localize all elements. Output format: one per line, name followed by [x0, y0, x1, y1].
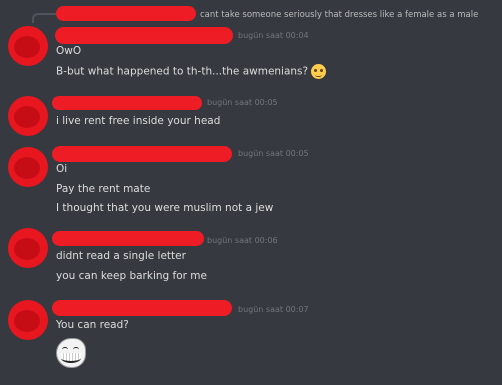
redacted-username — [55, 27, 233, 44]
user-avatar[interactable] — [8, 228, 48, 268]
message-line: i live rent free inside your head — [56, 115, 221, 127]
message-timestamp[interactable]: bugün saat 00:07 — [238, 305, 309, 314]
message-line: I thought that you were muslim not a jew — [56, 202, 274, 214]
message-line: Pay the rent mate — [56, 183, 151, 195]
message-timestamp[interactable]: bugün saat 00:04 — [238, 31, 309, 40]
redacted-username — [52, 96, 202, 110]
message-line: Oi — [56, 163, 68, 175]
redacted-username — [52, 146, 232, 162]
trollface-emoji[interactable] — [56, 338, 86, 368]
reply-preview-text[interactable]: cant take someone seriously that dresses… — [200, 10, 478, 20]
message-line: You can read? — [56, 319, 129, 331]
redacted-reply-author — [56, 6, 196, 21]
redacted-username — [52, 231, 204, 246]
message-line: you can keep barking for me — [56, 270, 207, 282]
redacted-username — [52, 300, 232, 316]
message-line: didnt read a single letter — [56, 250, 186, 262]
message-timestamp[interactable]: bugün saat 00:06 — [207, 236, 278, 245]
user-avatar[interactable] — [8, 96, 48, 136]
message-line: OwO — [56, 45, 82, 57]
rolling-eyes-emoji[interactable] — [311, 64, 327, 79]
message-text: B-but what happened to th-th...the awmen… — [56, 65, 309, 78]
user-avatar[interactable] — [8, 147, 48, 187]
user-avatar[interactable] — [8, 26, 48, 66]
message-line-with-emoji: B-but what happened to th-th...the awmen… — [56, 64, 327, 79]
message-timestamp[interactable]: bugün saat 00:05 — [207, 98, 278, 107]
message-timestamp[interactable]: bugün saat 00:05 — [238, 149, 309, 158]
user-avatar[interactable] — [8, 300, 48, 340]
